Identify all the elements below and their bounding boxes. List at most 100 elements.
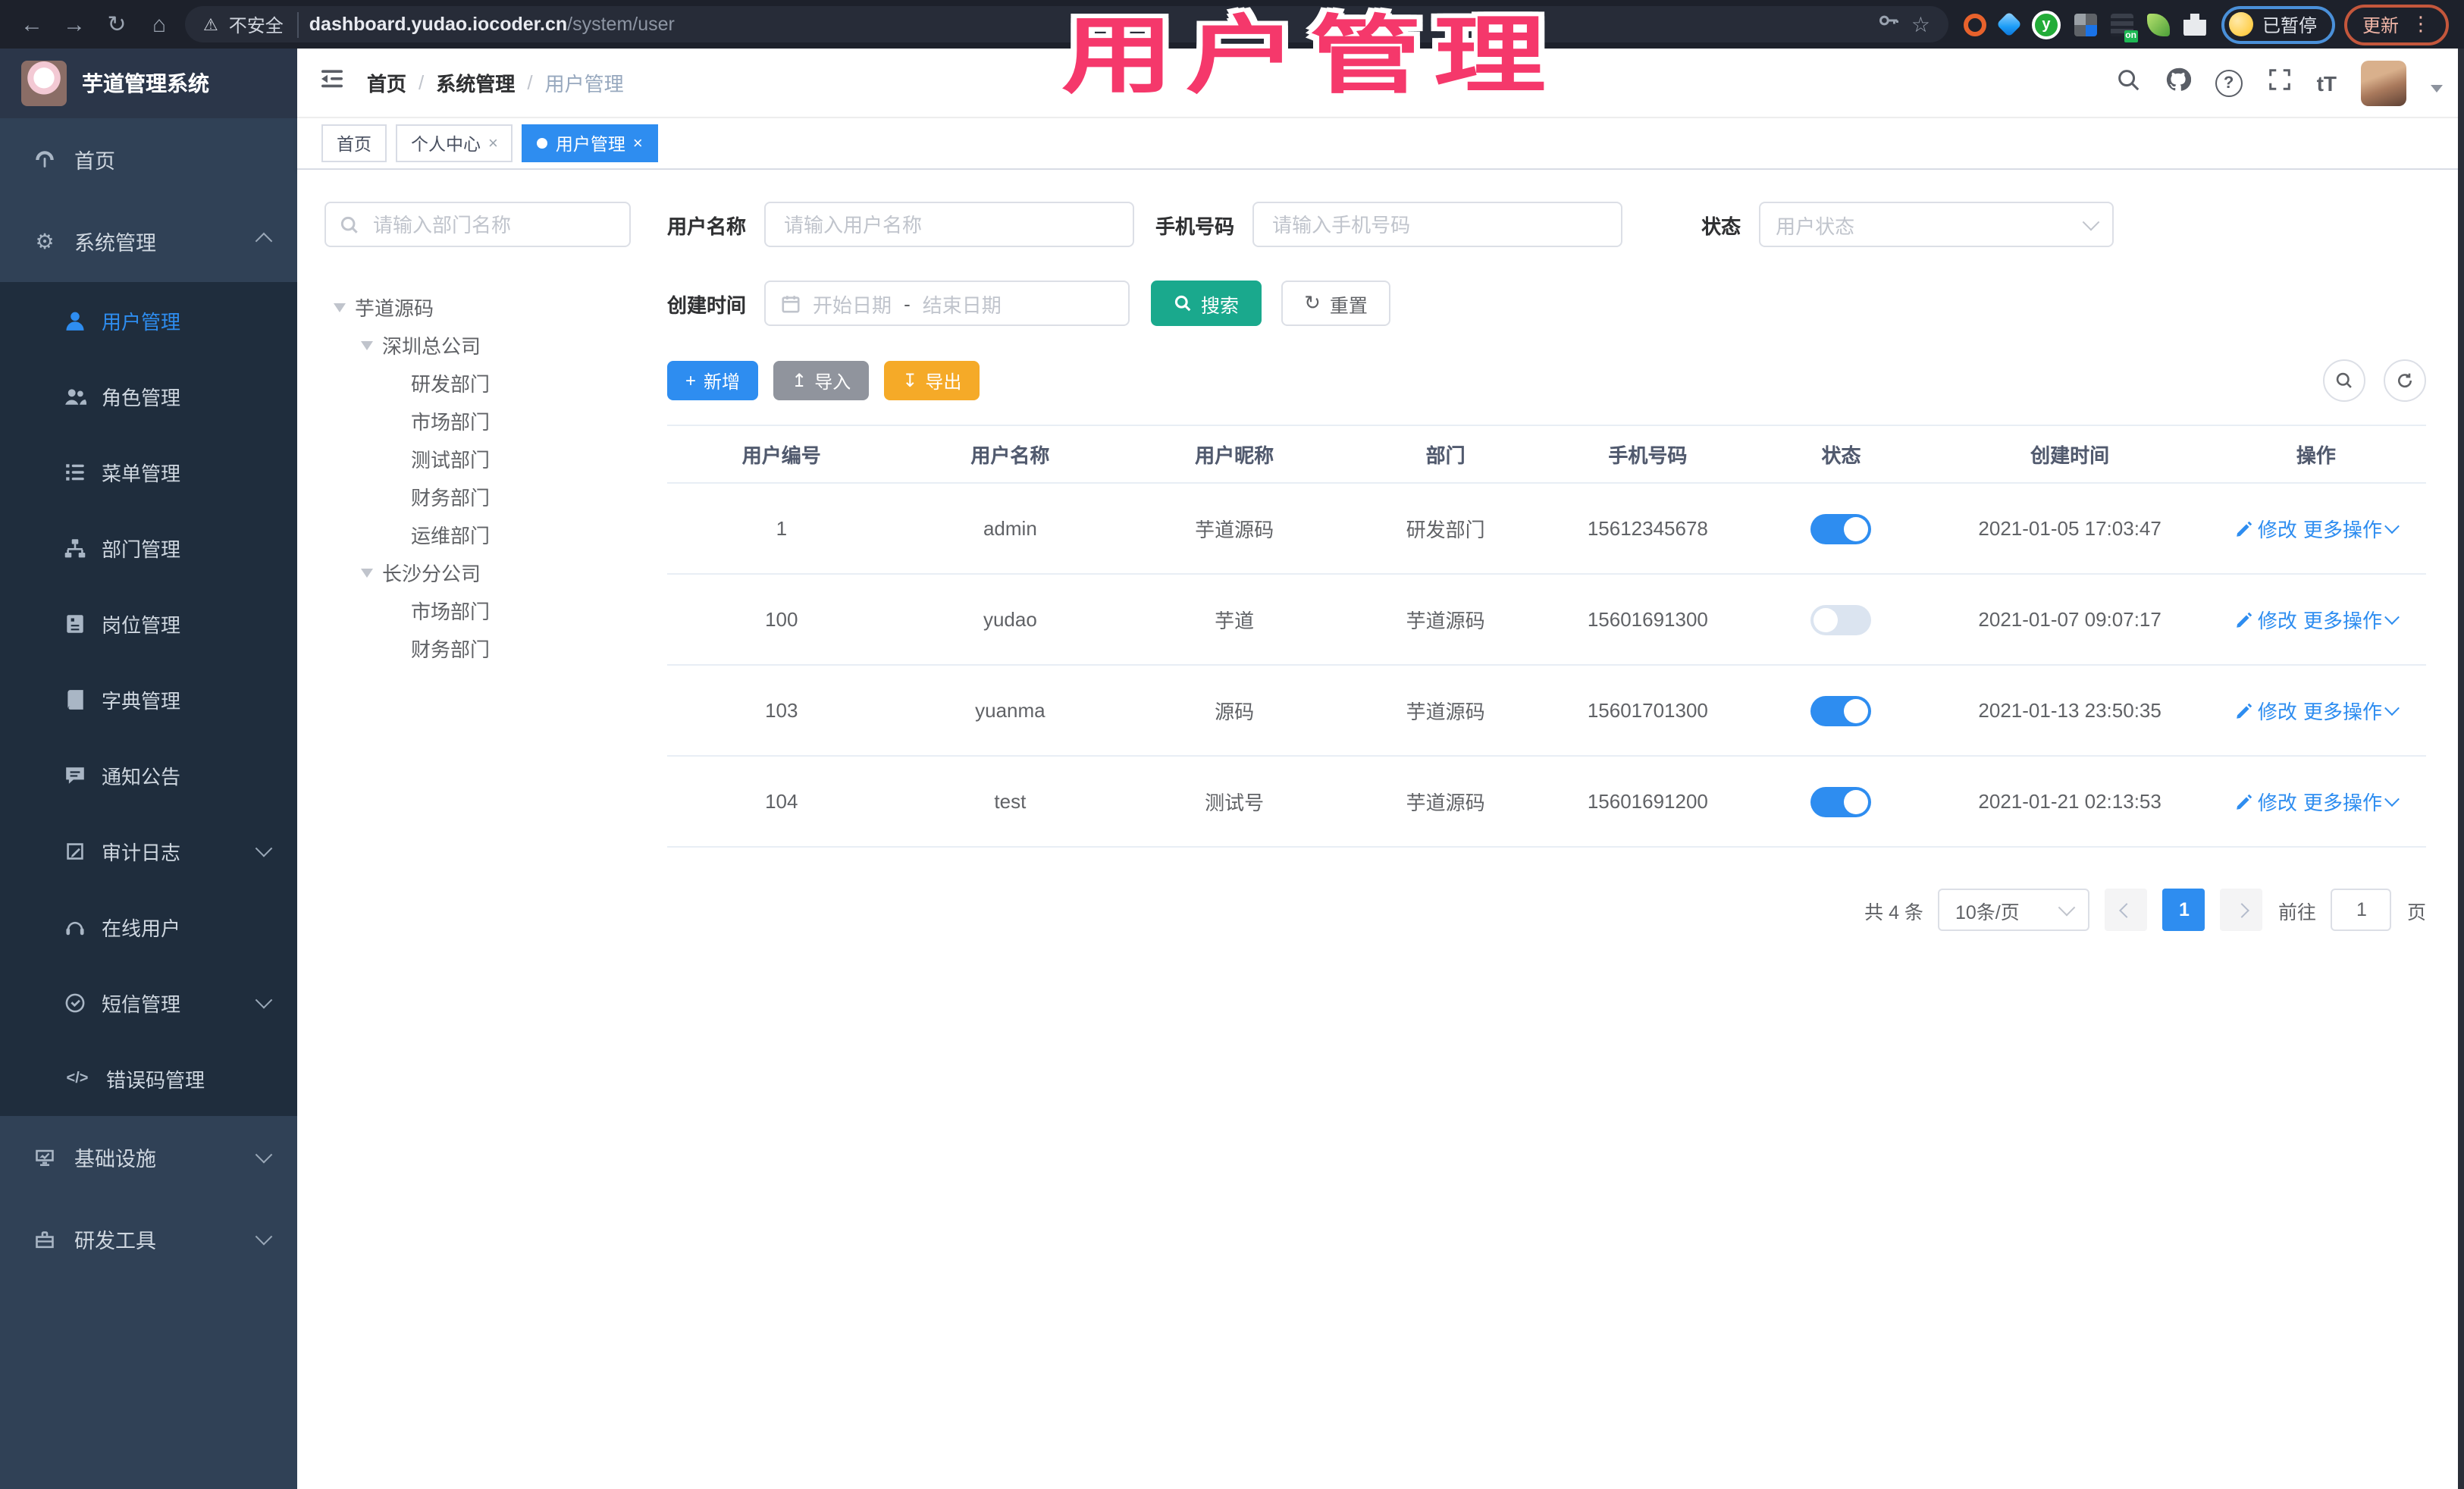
bookmark-star-icon[interactable]: ☆ — [1911, 11, 1930, 37]
import-button[interactable]: ↥ 导入 — [773, 361, 870, 400]
username-field[interactable] — [764, 202, 1135, 247]
page-number-current[interactable]: 1 — [2162, 889, 2205, 931]
tree-node-dept[interactable]: 测试部门 — [324, 440, 631, 478]
sidebar-item-user-mgmt[interactable]: 用户管理 — [0, 282, 297, 358]
sidebar-item-infra[interactable]: 基础设施 — [0, 1116, 297, 1198]
sidebar-item-post-mgmt[interactable]: 岗位管理 — [0, 585, 297, 661]
headset-icon — [66, 920, 84, 935]
sidebar-item-notice[interactable]: 通知公告 — [0, 737, 297, 813]
avatar-caret-icon[interactable] — [2431, 85, 2443, 92]
fullscreen-icon[interactable] — [2267, 66, 2293, 99]
show-search-button[interactable] — [2323, 359, 2365, 402]
table-row: 103 yuanma 源码 芋道源码 15601701300 2021-01-1… — [667, 666, 2426, 757]
tree-expand-icon[interactable] — [361, 568, 373, 577]
sidebar-item-error-code[interactable]: </> 错误码管理 — [0, 1040, 297, 1116]
help-icon[interactable]: ? — [2215, 69, 2243, 96]
breadcrumb-home[interactable]: 首页 — [367, 68, 406, 97]
sidebar-item-online-users[interactable]: 在线用户 — [0, 889, 297, 964]
sidebar-item-system[interactable]: ⚙ 系统管理 — [0, 200, 297, 282]
address-bar[interactable]: ⚠ 不安全 dashboard.yudao.iocoder.cn/system/… — [185, 6, 1948, 42]
tree-node-dept[interactable]: 研发部门 — [324, 364, 631, 402]
export-button[interactable]: ↧ 导出 — [884, 361, 980, 400]
edit-link[interactable]: 修改 — [2235, 514, 2297, 543]
dashboard-icon — [36, 150, 54, 167]
more-actions-link[interactable]: 更多操作 — [2303, 787, 2400, 816]
close-icon[interactable]: × — [633, 134, 643, 152]
tree-node-dept[interactable]: 财务部门 — [324, 478, 631, 516]
username-input[interactable] — [781, 212, 1118, 237]
mobile-field[interactable] — [1252, 202, 1623, 247]
search-button[interactable]: 搜索 — [1151, 281, 1262, 326]
reset-button[interactable]: ↻ 重置 — [1281, 281, 1390, 326]
tree-node-dept[interactable]: 市场部门 — [324, 402, 631, 440]
status-select[interactable]: 用户状态 — [1759, 202, 2114, 247]
prev-page-button[interactable] — [2105, 889, 2148, 931]
app-logo[interactable]: 芋道管理系统 — [0, 49, 297, 118]
header-search-icon[interactable] — [2115, 66, 2141, 99]
browser-back-icon[interactable]: ← — [15, 11, 49, 37]
browser-reload-icon[interactable]: ↻ — [100, 11, 133, 38]
sidebar-item-dept-mgmt[interactable]: 部门管理 — [0, 509, 297, 585]
extension-switch-icon[interactable]: on — [2110, 13, 2138, 42]
status-toggle[interactable] — [1810, 786, 1872, 817]
browser-home-icon[interactable]: ⌂ — [143, 11, 176, 37]
sidebar-item-audit-log[interactable]: 审计日志 — [0, 813, 297, 889]
edit-link[interactable]: 修改 — [2235, 787, 2297, 816]
sidebar-item-menu-mgmt[interactable]: 菜单管理 — [0, 434, 297, 509]
user-avatar[interactable] — [2361, 60, 2406, 105]
extension-grid-icon[interactable] — [2074, 13, 2097, 36]
tree-node-company[interactable]: 长沙分公司 — [324, 553, 631, 591]
sidebar-item-home[interactable]: 首页 — [0, 118, 297, 200]
browser-menu-icon[interactable]: ⋮ — [2411, 12, 2431, 36]
browser-scrollbar[interactable] — [2458, 49, 2464, 1489]
close-icon[interactable]: × — [488, 134, 498, 152]
tree-node-root[interactable]: 芋道源码 — [324, 288, 631, 326]
tree-node-dept[interactable]: 财务部门 — [324, 629, 631, 667]
goto-page-input[interactable] — [2331, 889, 2392, 931]
extension-leaf-icon[interactable] — [2146, 13, 2170, 36]
extension-gem-icon[interactable] — [1995, 11, 2022, 37]
breadcrumb-system[interactable]: 系统管理 — [436, 68, 515, 97]
tree-node-dept[interactable]: 市场部门 — [324, 591, 631, 629]
font-size-icon[interactable]: tT — [2317, 71, 2337, 95]
browser-profile-badge[interactable]: 已暂停 — [2221, 5, 2335, 43]
table-row: 100 yudao 芋道 芋道源码 15601691300 2021-01-07… — [667, 575, 2426, 666]
status-toggle[interactable] — [1810, 513, 1872, 544]
next-page-button[interactable] — [2220, 889, 2263, 931]
sidebar-item-role-mgmt[interactable]: 角色管理 — [0, 358, 297, 434]
screenshot-root: ← → ↻ ⌂ ⚠ 不安全 dashboard.yudao.iocoder.cn… — [0, 0, 2464, 1489]
more-actions-link[interactable]: 更多操作 — [2303, 696, 2400, 725]
tab-profile[interactable]: 个人中心 × — [396, 124, 513, 162]
dept-search-input[interactable] — [370, 212, 616, 237]
extension-ring-icon[interactable] — [1963, 13, 1986, 36]
refresh-table-button[interactable] — [2384, 359, 2426, 402]
date-range-picker[interactable]: 开始日期 - 结束日期 — [764, 281, 1130, 326]
password-key-icon[interactable] — [1878, 9, 1901, 39]
page-size-select[interactable]: 10条/页 — [1938, 889, 2090, 931]
sidebar-item-sms-mgmt[interactable]: 短信管理 — [0, 964, 297, 1040]
sidebar-collapse-icon[interactable] — [318, 65, 346, 100]
tree-node-company[interactable]: 深圳总公司 — [324, 326, 631, 364]
status-toggle[interactable] — [1810, 695, 1872, 726]
edit-link[interactable]: 修改 — [2235, 605, 2297, 634]
more-actions-link[interactable]: 更多操作 — [2303, 514, 2400, 543]
dept-search-box[interactable] — [324, 202, 631, 247]
tab-home[interactable]: 首页 — [321, 124, 387, 162]
browser-forward-icon[interactable]: → — [58, 11, 91, 37]
mobile-input[interactable] — [1269, 212, 1607, 237]
goto-label: 前往 — [2277, 901, 2316, 923]
edit-link[interactable]: 修改 — [2235, 696, 2297, 725]
extensions-puzzle-icon[interactable] — [2183, 13, 2206, 36]
status-toggle[interactable] — [1810, 604, 1872, 635]
tab-user-mgmt[interactable]: 用户管理 × — [522, 124, 658, 162]
github-icon[interactable] — [2165, 66, 2191, 99]
tree-expand-icon[interactable] — [361, 340, 373, 350]
browser-update-button[interactable]: 更新 ⋮ — [2343, 4, 2449, 45]
add-button[interactable]: + 新增 — [667, 361, 759, 400]
tree-expand-icon[interactable] — [334, 303, 346, 312]
tree-node-dept[interactable]: 运维部门 — [324, 516, 631, 553]
more-actions-link[interactable]: 更多操作 — [2303, 605, 2400, 634]
extension-green-icon[interactable]: y — [2031, 10, 2061, 39]
sidebar-item-dev-tools[interactable]: 研发工具 — [0, 1198, 297, 1280]
sidebar-item-dict-mgmt[interactable]: 字典管理 — [0, 661, 297, 737]
